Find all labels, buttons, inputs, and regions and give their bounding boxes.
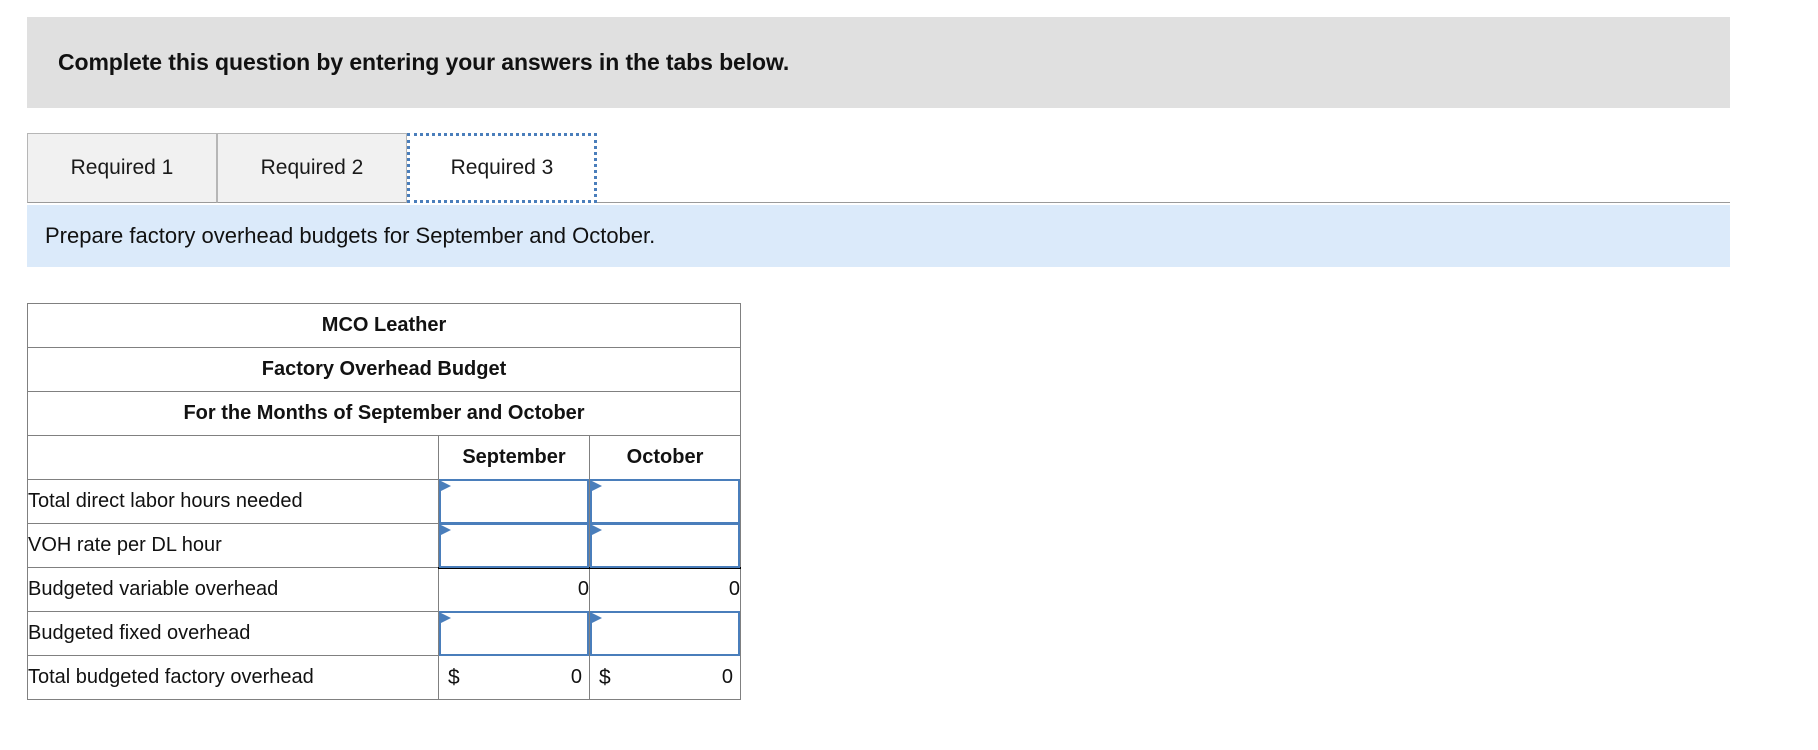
input-october-budgeted-fixed-overhead[interactable] bbox=[590, 611, 741, 656]
table-title-row: MCO Leather bbox=[26, 303, 742, 348]
worksheet-title-period: For the Months of September and October bbox=[26, 391, 742, 436]
input-october-total-direct-labor-hours[interactable] bbox=[590, 479, 741, 524]
currency-symbol-september: $ bbox=[448, 665, 460, 689]
tab-strip: Required 1 Required 2 Required 3 bbox=[27, 133, 1730, 203]
row-label-total-budgeted-factory-overhead: Total budgeted factory overhead bbox=[27, 655, 439, 700]
table-row: Budgeted fixed overhead bbox=[27, 611, 742, 656]
tab-required-1[interactable]: Required 1 bbox=[27, 133, 217, 203]
cell-october-total-direct-labor-hours[interactable] bbox=[588, 479, 742, 524]
tab-required-3[interactable]: Required 3 bbox=[407, 133, 597, 203]
table-row: Total direct labor hours needed bbox=[27, 479, 742, 524]
row-label-voh-rate-per-dl-hour: VOH rate per DL hour bbox=[27, 523, 439, 568]
input-september-budgeted-fixed-overhead[interactable] bbox=[439, 611, 589, 656]
cell-september-total-direct-labor-hours[interactable] bbox=[438, 479, 590, 524]
cell-september-voh-rate[interactable] bbox=[438, 523, 590, 568]
input-september-total-direct-labor-hours[interactable] bbox=[439, 479, 589, 524]
input-september-voh-rate[interactable] bbox=[439, 523, 589, 568]
value-september-total-budgeted-factory-overhead: $ 0 bbox=[438, 655, 590, 700]
currency-symbol-october: $ bbox=[599, 665, 611, 689]
table-row: Budgeted variable overhead 0 0 bbox=[27, 566, 742, 612]
worksheet-title-company: MCO Leather bbox=[26, 303, 742, 348]
row-label-budgeted-variable-overhead: Budgeted variable overhead bbox=[27, 567, 439, 612]
table-column-header-row: September October bbox=[27, 435, 742, 480]
row-label-budgeted-fixed-overhead: Budgeted fixed overhead bbox=[27, 611, 439, 656]
column-header-september: September bbox=[438, 435, 590, 480]
amount-october-total: 0 bbox=[721, 666, 734, 688]
column-header-october: October bbox=[588, 435, 742, 480]
factory-overhead-budget-table: MCO Leather Factory Overhead Budget For … bbox=[26, 303, 742, 700]
sub-instruction-text: Prepare factory overhead budgets for Sep… bbox=[45, 223, 656, 248]
row-label-total-direct-labor-hours: Total direct labor hours needed bbox=[27, 479, 439, 524]
table-title-row: Factory Overhead Budget bbox=[26, 347, 742, 392]
sub-instruction-banner: Prepare factory overhead budgets for Sep… bbox=[27, 205, 1730, 267]
tab-required-3-label: Required 3 bbox=[450, 156, 554, 179]
page-root: Complete this question by entering your … bbox=[0, 0, 1818, 750]
value-october-total-budgeted-factory-overhead: $ 0 bbox=[588, 655, 742, 700]
value-october-budgeted-variable-overhead: 0 bbox=[588, 566, 742, 612]
amount-september-total: 0 bbox=[570, 666, 582, 688]
question-header-text: Complete this question by entering your … bbox=[58, 49, 790, 75]
tab-required-2-label: Required 2 bbox=[260, 156, 364, 179]
tab-required-2[interactable]: Required 2 bbox=[217, 133, 407, 203]
cell-october-voh-rate[interactable] bbox=[588, 523, 742, 568]
input-october-voh-rate[interactable] bbox=[590, 523, 741, 568]
cell-october-budgeted-fixed-overhead[interactable] bbox=[588, 611, 742, 656]
table-row: VOH rate per DL hour bbox=[27, 523, 742, 568]
value-september-budgeted-variable-overhead: 0 bbox=[438, 566, 590, 612]
worksheet-container: MCO Leather Factory Overhead Budget For … bbox=[26, 303, 742, 700]
table-row: Total budgeted factory overhead $ 0 $ 0 bbox=[27, 655, 742, 700]
tab-required-1-label: Required 1 bbox=[70, 156, 174, 179]
question-header-banner: Complete this question by entering your … bbox=[27, 17, 1730, 108]
cell-september-budgeted-fixed-overhead[interactable] bbox=[438, 611, 590, 656]
column-header-blank bbox=[27, 435, 439, 480]
worksheet-title-budget: Factory Overhead Budget bbox=[26, 347, 742, 392]
table-title-row: For the Months of September and October bbox=[26, 391, 742, 436]
